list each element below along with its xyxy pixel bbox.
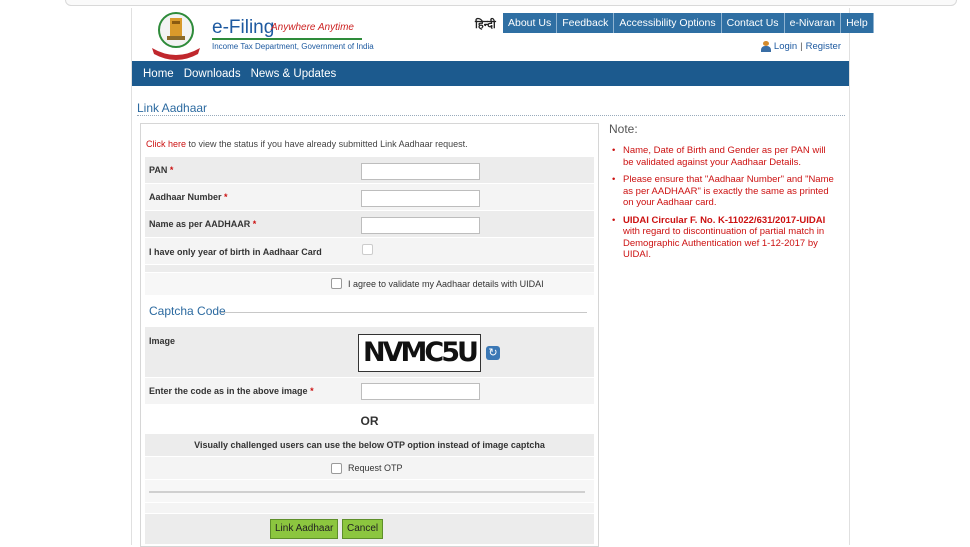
click-here-link[interactable]: Click here bbox=[146, 139, 186, 149]
or-separator: OR bbox=[360, 414, 379, 428]
address-bar bbox=[65, 0, 957, 6]
spacer-row-2 bbox=[145, 503, 594, 514]
cancel-button[interactable]: Cancel bbox=[342, 519, 384, 539]
captcha-divider bbox=[221, 312, 587, 313]
brand-subtitle: Income Tax Department, Government of Ind… bbox=[212, 42, 374, 51]
aadhaar-row: Aadhaar Number * bbox=[145, 184, 594, 211]
register-link[interactable]: Register bbox=[806, 41, 841, 52]
note-list: Name, Date of Birth and Gender as per PA… bbox=[610, 145, 838, 267]
pan-label: PAN * bbox=[149, 165, 174, 175]
status-line-text: to view the status if you have already s… bbox=[186, 139, 468, 149]
form-divider bbox=[149, 491, 585, 493]
note-item-circular: UIDAI Circular F. No. K-11022/631/2017-U… bbox=[610, 215, 838, 261]
divider-row bbox=[145, 480, 594, 503]
page-container: e-Filing Anywhere Anytime Income Tax Dep… bbox=[131, 8, 874, 547]
request-otp-checkbox[interactable] bbox=[331, 463, 342, 474]
brand-underline bbox=[212, 38, 362, 40]
topnav-help[interactable]: Help bbox=[841, 13, 874, 33]
year-row: I have only year of birth in Aadhaar Car… bbox=[145, 238, 594, 265]
user-icon bbox=[760, 41, 771, 52]
agree-row: I agree to validate my Aadhaar details w… bbox=[145, 273, 594, 296]
captcha-heading: Captcha Code bbox=[149, 304, 226, 318]
topnav-e-nivaran[interactable]: e-Nivaran bbox=[784, 13, 842, 33]
page-title: Link Aadhaar bbox=[137, 101, 208, 115]
nav-news-updates[interactable]: News & Updates bbox=[246, 68, 342, 80]
circular-text: with regard to discontinuation of partia… bbox=[623, 226, 825, 260]
refresh-captcha-icon[interactable]: ↻ bbox=[486, 346, 500, 360]
request-otp-label: Request OTP bbox=[348, 463, 403, 473]
name-label: Name as per AADHAAR * bbox=[149, 219, 257, 229]
captcha-code-row: Enter the code as in the above image * bbox=[145, 378, 594, 405]
pan-row: PAN * bbox=[145, 157, 594, 184]
topnav-about-us[interactable]: About Us bbox=[503, 13, 558, 33]
note-item: Please ensure that "Aadhaar Number" and … bbox=[610, 174, 838, 209]
link-aadhaar-button[interactable]: Link Aadhaar bbox=[270, 519, 339, 539]
pan-input[interactable] bbox=[361, 163, 480, 180]
brand-title: e-Filing bbox=[212, 17, 275, 38]
aadhaar-label: Aadhaar Number * bbox=[149, 192, 228, 202]
aadhaar-input[interactable] bbox=[361, 190, 480, 207]
login-link[interactable]: Login bbox=[774, 41, 797, 52]
title-divider bbox=[137, 115, 845, 116]
agree-label: I agree to validate my Aadhaar details w… bbox=[348, 279, 544, 289]
code-label: Enter the code as in the above image * bbox=[149, 386, 314, 396]
topnav-accessibility-options[interactable]: Accessibility Options bbox=[614, 13, 722, 33]
image-label: Image bbox=[149, 336, 176, 346]
status-line: Click here to view the status if you hav… bbox=[146, 139, 468, 149]
topnav-contact-us[interactable]: Contact Us bbox=[721, 13, 785, 33]
top-nav: About Us Feedback Accessibility Options … bbox=[503, 13, 874, 33]
spacer-row bbox=[145, 265, 594, 273]
hindi-link[interactable]: हिन्दी bbox=[475, 17, 496, 32]
topnav-feedback[interactable]: Feedback bbox=[557, 13, 615, 33]
name-row: Name as per AADHAAR * bbox=[145, 211, 594, 238]
otp-row: Request OTP bbox=[145, 457, 594, 480]
captcha-code-input[interactable] bbox=[361, 383, 480, 400]
note-heading: Note: bbox=[609, 122, 638, 136]
site-header: e-Filing Anywhere Anytime Income Tax Dep… bbox=[132, 8, 874, 61]
year-only-checkbox[interactable] bbox=[362, 244, 373, 255]
link-aadhaar-form: Click here to view the status if you hav… bbox=[140, 123, 599, 547]
name-input[interactable] bbox=[361, 217, 480, 234]
captcha-image: NVMC5U bbox=[358, 334, 481, 372]
button-row: Link Aadhaar Cancel bbox=[145, 514, 594, 545]
login-separator: | bbox=[800, 41, 803, 52]
brand-tagline: Anywhere Anytime bbox=[271, 22, 354, 33]
circular-link[interactable]: UIDAI Circular F. No. K-11022/631/2017-U… bbox=[623, 215, 825, 226]
browser-strip bbox=[0, 0, 970, 8]
visually-challenged-text: Visually challenged users can use the be… bbox=[194, 440, 545, 450]
emblem-logo-icon bbox=[152, 12, 200, 60]
year-label: I have only year of birth in Aadhaar Car… bbox=[149, 247, 322, 257]
note-item: Name, Date of Birth and Gender as per PA… bbox=[610, 145, 838, 168]
main-nav: Home Downloads News & Updates bbox=[132, 61, 849, 86]
login-register: Login | Register bbox=[760, 41, 841, 52]
nav-home[interactable]: Home bbox=[132, 68, 179, 80]
agree-checkbox[interactable] bbox=[331, 278, 342, 289]
nav-downloads[interactable]: Downloads bbox=[179, 68, 246, 80]
